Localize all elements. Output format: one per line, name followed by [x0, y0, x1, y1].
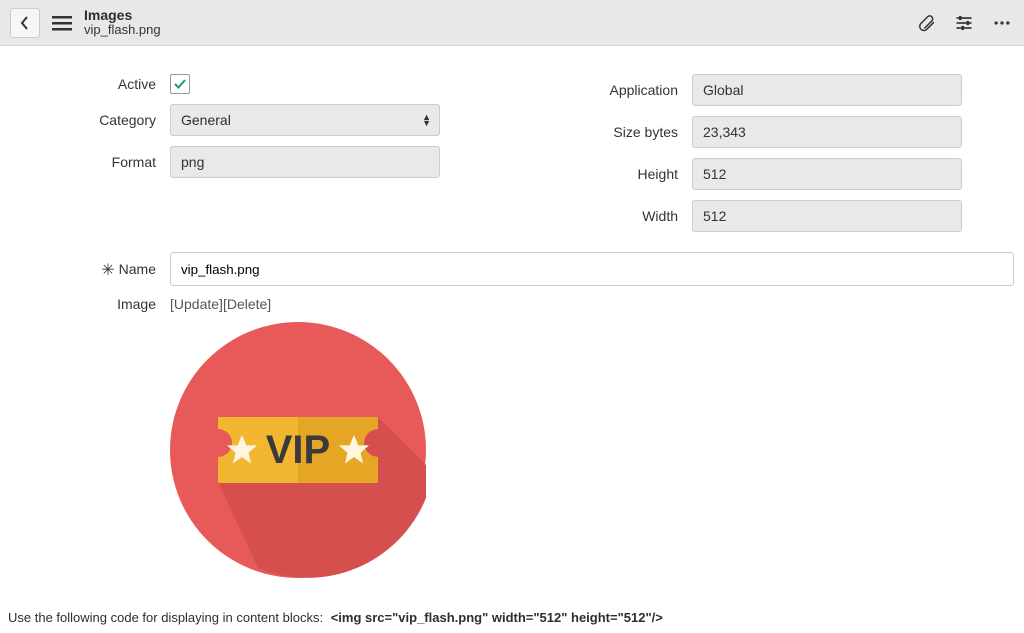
required-star-icon: ✳: [101, 262, 114, 279]
name-input[interactable]: [170, 252, 1014, 286]
active-checkbox[interactable]: [170, 74, 190, 94]
label-application: Application: [532, 82, 692, 98]
left-column: Active Category General ▲▼: [10, 74, 492, 242]
chevron-left-icon: [20, 16, 30, 30]
application-field: Global: [692, 74, 962, 106]
menu-button[interactable]: [48, 9, 76, 37]
image-preview: VIP: [170, 322, 1014, 578]
checkmark-icon: [173, 77, 187, 91]
format-value: png: [181, 154, 204, 170]
label-active: Active: [10, 76, 170, 92]
vip-badge-icon: VIP: [170, 322, 426, 578]
paperclip-icon: [916, 13, 936, 33]
width-field: 512: [692, 200, 962, 232]
category-value: General: [181, 112, 231, 128]
sliders-icon: [954, 13, 974, 33]
right-column: Application Global Size bytes 23,343 Hei…: [532, 74, 1014, 242]
label-name: ✳Name: [10, 259, 170, 279]
svg-text:VIP: VIP: [266, 428, 330, 472]
header-actions: [914, 11, 1014, 35]
hamburger-icon: [52, 15, 72, 31]
height-value: 512: [703, 166, 726, 182]
header-titles: Images vip_flash.png: [84, 7, 161, 38]
label-format: Format: [10, 154, 170, 170]
header-bar: Images vip_flash.png: [0, 0, 1024, 46]
format-field: png: [170, 146, 440, 178]
form-area: Active Category General ▲▼: [0, 46, 1024, 598]
label-size-bytes: Size bytes: [532, 124, 692, 140]
image-actions: [Update][Delete]: [170, 296, 1014, 312]
image-update-link[interactable]: [Update]: [170, 296, 223, 312]
size-bytes-value: 23,343: [703, 124, 746, 140]
label-image: Image: [10, 296, 170, 312]
height-field: 512: [692, 158, 962, 190]
image-delete-link[interactable]: [Delete]: [223, 296, 271, 312]
more-horizontal-icon: [992, 13, 1012, 33]
label-width: Width: [532, 208, 692, 224]
size-bytes-field: 23,343: [692, 116, 962, 148]
code-hint: Use the following code for displaying in…: [0, 598, 1024, 633]
select-arrows-icon: ▲▼: [422, 114, 431, 126]
width-value: 512: [703, 208, 726, 224]
header-subtitle: vip_flash.png: [84, 23, 161, 38]
application-value: Global: [703, 82, 743, 98]
code-hint-snippet: <img src="vip_flash.png" width="512" hei…: [331, 610, 663, 625]
attachment-button[interactable]: [914, 11, 938, 35]
header-title: Images: [84, 7, 161, 23]
settings-button[interactable]: [952, 11, 976, 35]
more-button[interactable]: [990, 11, 1014, 35]
back-button[interactable]: [10, 8, 40, 38]
category-select[interactable]: General ▲▼: [170, 104, 440, 136]
label-category: Category: [10, 112, 170, 128]
label-height: Height: [532, 166, 692, 182]
code-hint-prefix: Use the following code for displaying in…: [8, 610, 323, 625]
